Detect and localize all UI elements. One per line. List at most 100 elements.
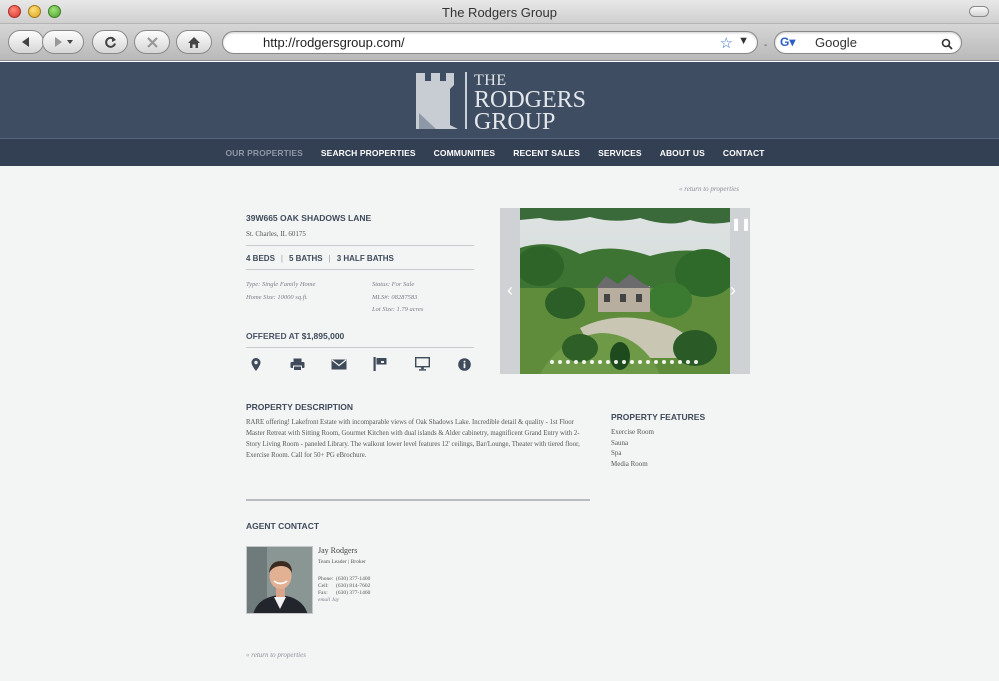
property-page: « return to properties 39W665 OAK SHADOW… bbox=[0, 166, 999, 681]
back-button[interactable] bbox=[8, 30, 44, 54]
slide-dot[interactable] bbox=[550, 360, 554, 364]
stat-separator: | bbox=[280, 254, 283, 263]
list-item: Exercise Room bbox=[611, 428, 654, 436]
search-placeholder: Google bbox=[815, 35, 857, 50]
slide-dot[interactable] bbox=[606, 360, 610, 364]
slide-dot[interactable] bbox=[686, 360, 690, 364]
mls-number: MLS#: 08287583 bbox=[372, 293, 418, 301]
offered-price: OFFERED AT $1,895,000 bbox=[246, 331, 344, 341]
email-icon[interactable] bbox=[331, 356, 347, 372]
logo-rodgers: RODGERS bbox=[474, 86, 587, 113]
features-heading: PROPERTY FEATURES bbox=[611, 412, 706, 422]
property-stats: 4 BEDS | 5 BATHS | 3 HALF BATHS bbox=[246, 254, 394, 263]
site-logo-text[interactable]: THE RODGERS GROUP bbox=[474, 73, 587, 135]
nav-our-properties[interactable]: OUR PROPERTIES bbox=[225, 148, 302, 158]
chevron-down-icon[interactable]: ▼ bbox=[738, 35, 749, 47]
nav-contact[interactable]: CONTACT bbox=[723, 148, 765, 158]
slide-dot[interactable] bbox=[646, 360, 650, 364]
slide-dot[interactable] bbox=[558, 360, 562, 364]
previous-photo-button[interactable]: ‹ bbox=[503, 281, 517, 299]
castle-tower-logo-icon[interactable] bbox=[416, 73, 460, 129]
features-list: Exercise Room Sauna Spa Media Room bbox=[611, 427, 654, 469]
phone-row: Phone: (630) 377-1400 bbox=[318, 576, 370, 583]
property-photo-slideshow[interactable]: ‹ › ❚❚ bbox=[500, 208, 750, 374]
return-to-properties-link[interactable]: « return to properties bbox=[679, 185, 739, 193]
nav-services[interactable]: SERVICES bbox=[598, 148, 642, 158]
stat-separator: | bbox=[328, 254, 331, 263]
price: $1,895,000 bbox=[301, 331, 345, 341]
nav-communities[interactable]: COMMUNITIES bbox=[434, 148, 496, 158]
next-photo-button[interactable]: › bbox=[726, 281, 740, 299]
window-title: The Rodgers Group bbox=[442, 5, 557, 20]
slide-dot[interactable] bbox=[582, 360, 586, 364]
map-pin-icon[interactable] bbox=[248, 356, 264, 372]
slide-dot[interactable] bbox=[614, 360, 618, 364]
home-button[interactable] bbox=[176, 30, 212, 54]
cell-row: Cell: (630) 814-7602 bbox=[318, 583, 370, 590]
address-bar[interactable]: http://rodgersgroup.com/ ☆ ▼ bbox=[222, 31, 758, 54]
print-icon[interactable] bbox=[289, 356, 305, 372]
cell-number[interactable]: (630) 814-7602 bbox=[336, 583, 370, 590]
fax-row: Fax: (630) 377-1460 bbox=[318, 590, 370, 597]
search-field[interactable]: G▾ Google bbox=[774, 31, 962, 54]
return-to-properties-link[interactable]: « return to properties bbox=[246, 651, 306, 659]
google-search-icon[interactable]: G▾ bbox=[780, 35, 795, 49]
property-aerial-photo bbox=[520, 208, 730, 374]
reload-icon bbox=[104, 36, 116, 48]
stop-icon bbox=[146, 36, 158, 48]
slide-dot[interactable] bbox=[622, 360, 626, 364]
section-divider bbox=[246, 499, 590, 501]
fax-label: Fax: bbox=[318, 590, 328, 596]
agent-name: Jay Rodgers bbox=[318, 546, 358, 555]
lot-size: Lot Size: 1.79 acres bbox=[372, 306, 424, 313]
stop-button[interactable] bbox=[134, 30, 170, 54]
browser-toolbar: http://rodgersgroup.com/ ☆ ▼ - G▾ Google bbox=[0, 24, 999, 61]
slide-dot[interactable] bbox=[662, 360, 666, 364]
nav-about-us[interactable]: ABOUT US bbox=[660, 148, 705, 158]
baths-count: 5 BATHS bbox=[288, 254, 323, 263]
bookmark-star-icon[interactable]: ☆ bbox=[720, 34, 733, 52]
slide-dot[interactable] bbox=[598, 360, 602, 364]
description-text: RARE offering! Lakefront Estate with inc… bbox=[246, 419, 580, 459]
list-item: Spa bbox=[611, 449, 622, 457]
slide-dot[interactable] bbox=[670, 360, 674, 364]
beds-count: 4 BEDS bbox=[246, 254, 275, 263]
list-item: Sauna bbox=[611, 438, 629, 447]
nav-search-properties[interactable]: SEARCH PROPERTIES bbox=[321, 148, 416, 158]
agent-contacts: Phone: (630) 377-1400 Cell: (630) 814-76… bbox=[318, 576, 370, 604]
email-agent-link[interactable]: email Jay bbox=[318, 597, 370, 604]
nav-recent-sales[interactable]: RECENT SALES bbox=[513, 148, 580, 158]
slide-dot[interactable] bbox=[566, 360, 570, 364]
fax-number: (630) 377-1460 bbox=[336, 590, 371, 596]
info-icon[interactable] bbox=[456, 356, 472, 372]
property-type: Type: Single Family Home bbox=[246, 281, 316, 288]
property-actions bbox=[246, 356, 476, 374]
forward-arrow-icon bbox=[55, 37, 73, 47]
logo-group: GROUP bbox=[474, 108, 556, 135]
search-icon[interactable] bbox=[941, 38, 953, 50]
property-address: 39W665 OAK SHADOWS LANE bbox=[246, 213, 372, 223]
site-header: THE RODGERS GROUP bbox=[0, 62, 999, 138]
divider bbox=[246, 269, 474, 270]
back-arrow-icon bbox=[22, 37, 29, 47]
browser-titlebar: The Rodgers Group bbox=[0, 0, 999, 24]
list-item: Media Room bbox=[611, 459, 648, 468]
half-baths-count: 3 HALF BATHS bbox=[336, 254, 394, 263]
slide-dot[interactable] bbox=[574, 360, 578, 364]
monitor-icon[interactable] bbox=[414, 356, 430, 372]
slide-dot[interactable] bbox=[678, 360, 682, 364]
slide-dot[interactable] bbox=[694, 360, 698, 364]
slide-dot[interactable] bbox=[590, 360, 594, 364]
slide-dot[interactable] bbox=[654, 360, 658, 364]
slide-dot[interactable] bbox=[630, 360, 634, 364]
slide-dot[interactable] bbox=[638, 360, 642, 364]
details-left: Type: Single Family Home Home Size: 1000… bbox=[246, 279, 315, 304]
flag-icon[interactable] bbox=[372, 356, 388, 372]
phone-label: Phone: bbox=[318, 576, 334, 582]
pause-slideshow-icon[interactable]: ❚❚ bbox=[731, 217, 750, 231]
reload-button[interactable] bbox=[92, 30, 128, 54]
phone-number[interactable]: (630) 377-1400 bbox=[336, 576, 370, 583]
forward-button[interactable] bbox=[42, 30, 84, 54]
toolbar-toggle-button[interactable] bbox=[969, 6, 989, 17]
home-size: Home Size: 10000 sq.ft. bbox=[246, 293, 308, 301]
